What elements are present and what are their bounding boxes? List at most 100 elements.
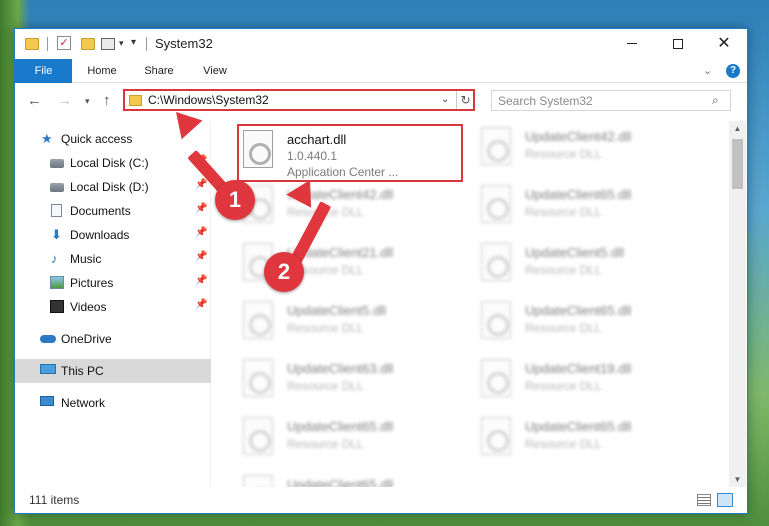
sidebar-item-downloads[interactable]: ⬇ Downloads 📌 [15, 223, 211, 247]
sidebar-item-local-disk-d[interactable]: Local Disk (D:) 📌 [15, 175, 211, 199]
divider [146, 37, 147, 51]
expand-ribbon-icon[interactable]: ⌄ [703, 64, 712, 77]
scroll-thumb[interactable] [732, 139, 743, 189]
sidebar-item-label: Downloads [70, 228, 130, 242]
navigation-pane: ★ Quick access Local Disk (C:) 📌 Local D… [15, 121, 211, 487]
sidebar-item-label: Pictures [70, 276, 114, 290]
sidebar-item-label: Videos [70, 300, 107, 314]
sidebar-item-label: Documents [70, 204, 131, 218]
window-title: System32 [155, 36, 213, 51]
sidebar-item-label: Local Disk (C:) [70, 156, 149, 170]
file-tile[interactable]: UpdateClient5.dll Resource DLL [237, 295, 467, 353]
sidebar-item-this-pc[interactable]: This PC [15, 359, 211, 383]
tab-file[interactable]: File [15, 59, 72, 83]
tab-share[interactable]: Share [133, 59, 185, 83]
help-icon[interactable]: ? [726, 64, 740, 78]
chevron-down-icon[interactable]: ⌄ [441, 94, 449, 105]
file-name: UpdateClient65.dll [525, 303, 632, 318]
file-name: UpdateClient19.dll [525, 361, 632, 376]
pin-icon[interactable]: 📌 [195, 203, 207, 214]
new-folder-icon[interactable] [81, 38, 95, 50]
search-box[interactable]: ⌕ [491, 90, 731, 111]
back-arrow-icon[interactable]: ← [27, 92, 42, 109]
star-icon: ★ [41, 131, 53, 146]
search-input[interactable] [492, 91, 702, 110]
file-tile[interactable]: UpdateClient19.dll Resource DLL [475, 353, 705, 411]
file-tile[interactable]: UpdateClient65.dll Resource DLL [475, 411, 705, 469]
file-name: UpdateClient5.dll [525, 245, 625, 260]
status-bar: 111 items [15, 489, 747, 513]
address-bar[interactable]: C:\Windows\System32 ⌄ ↻ [123, 89, 475, 111]
file-name: UpdateClient65.dll [525, 187, 632, 202]
file-type: Resource DLL [287, 437, 364, 451]
pin-icon[interactable]: 📌 [195, 179, 207, 190]
pin-icon[interactable]: 📌 [195, 299, 207, 310]
properties-check-icon[interactable]: ✓ [57, 36, 71, 50]
chevron-down-icon[interactable]: ▾ [119, 38, 124, 54]
folder-icon [129, 95, 142, 106]
title-bar: ✓ ▾ ▾ System32 ✕ [15, 29, 747, 59]
pin-icon[interactable]: 📌 [195, 251, 207, 262]
step-badge-2: 2 [264, 252, 304, 292]
file-tile[interactable]: UpdateClient63.dll Resource DLL [237, 353, 467, 411]
file-tile[interactable]: UpdateClient65.dll Resource DLL [475, 179, 705, 237]
network-icon [40, 396, 54, 406]
dll-file-icon [481, 359, 511, 397]
file-name: UpdateClient65.dll [287, 477, 394, 487]
scroll-down-arrow-icon[interactable]: ▼ [729, 472, 746, 487]
sidebar-item-videos[interactable]: Videos 📌 [15, 295, 211, 319]
onedrive-icon [40, 335, 56, 343]
tab-home[interactable]: Home [75, 59, 129, 83]
videos-icon [50, 300, 64, 313]
pin-icon[interactable]: 📌 [195, 275, 207, 286]
search-icon[interactable]: ⌕ [712, 93, 719, 108]
sidebar-item-network[interactable]: Network [15, 391, 211, 415]
file-tile[interactable]: UpdateClient42.dll Resource DLL [475, 121, 705, 179]
sidebar-item-label: This PC [61, 364, 104, 378]
sidebar-item-local-disk-c[interactable]: Local Disk (C:) 📌 [15, 151, 211, 175]
close-button[interactable]: ✕ [701, 29, 747, 59]
minimize-icon [627, 43, 637, 45]
file-type: Resource DLL [525, 147, 602, 161]
folder-icon [25, 38, 39, 50]
pictures-icon [50, 276, 64, 289]
file-tile[interactable]: UpdateClient65.dll Resource DLL [237, 411, 467, 469]
file-tile[interactable]: UpdateClient5.dll Resource DLL [475, 237, 705, 295]
scroll-up-arrow-icon[interactable]: ▲ [729, 121, 746, 136]
details-view-icon[interactable] [697, 494, 711, 506]
dll-file-icon [481, 127, 511, 165]
pin-icon[interactable]: 📌 [195, 227, 207, 238]
dll-file-icon [481, 417, 511, 455]
file-type: Resource DLL [525, 321, 602, 335]
tab-view[interactable]: View [189, 59, 241, 83]
sidebar-item-label: Music [70, 252, 102, 266]
file-tile[interactable]: UpdateClient65.dll Resource DLL [475, 295, 705, 353]
vertical-scrollbar[interactable]: ▲ ▼ [729, 121, 746, 487]
up-arrow-icon[interactable]: ↑ [103, 92, 111, 109]
file-tile[interactable]: UpdateClient65.dll Resource DLL [237, 469, 467, 487]
file-list: acchart.dll 1.0.440.1 Application Center… [213, 121, 729, 487]
highlight-box [237, 124, 463, 182]
customize-quick-access-icon[interactable]: ▾ [131, 37, 136, 53]
sidebar-item-onedrive[interactable]: OneDrive [15, 327, 211, 351]
sidebar-item-music[interactable]: ♪ Music 📌 [15, 247, 211, 271]
address-path[interactable]: C:\Windows\System32 [148, 93, 269, 107]
documents-icon [51, 204, 62, 217]
file-type: Resource DLL [525, 263, 602, 277]
sidebar-item-pictures[interactable]: Pictures 📌 [15, 271, 211, 295]
item-count: 111 items [29, 493, 80, 507]
file-explorer-window: ✓ ▾ ▾ System32 ✕ File Home Share View ⌄ … [14, 28, 748, 514]
disk-icon [50, 183, 64, 192]
file-tile[interactable]: UpdateClient42.dll Resource DLL [237, 179, 467, 237]
minimize-button[interactable] [609, 29, 655, 59]
sidebar-item-documents[interactable]: Documents 📌 [15, 199, 211, 223]
large-icons-view-icon[interactable] [717, 493, 733, 507]
recent-locations-icon[interactable]: ▾ [85, 96, 90, 107]
divider [47, 37, 48, 51]
file-name: UpdateClient5.dll [287, 303, 387, 318]
maximize-button[interactable] [655, 29, 701, 59]
music-icon: ♪ [51, 251, 58, 266]
forward-arrow-icon[interactable]: → [57, 92, 72, 109]
properties-icon[interactable] [101, 38, 115, 50]
refresh-icon[interactable]: ↻ [456, 91, 474, 109]
